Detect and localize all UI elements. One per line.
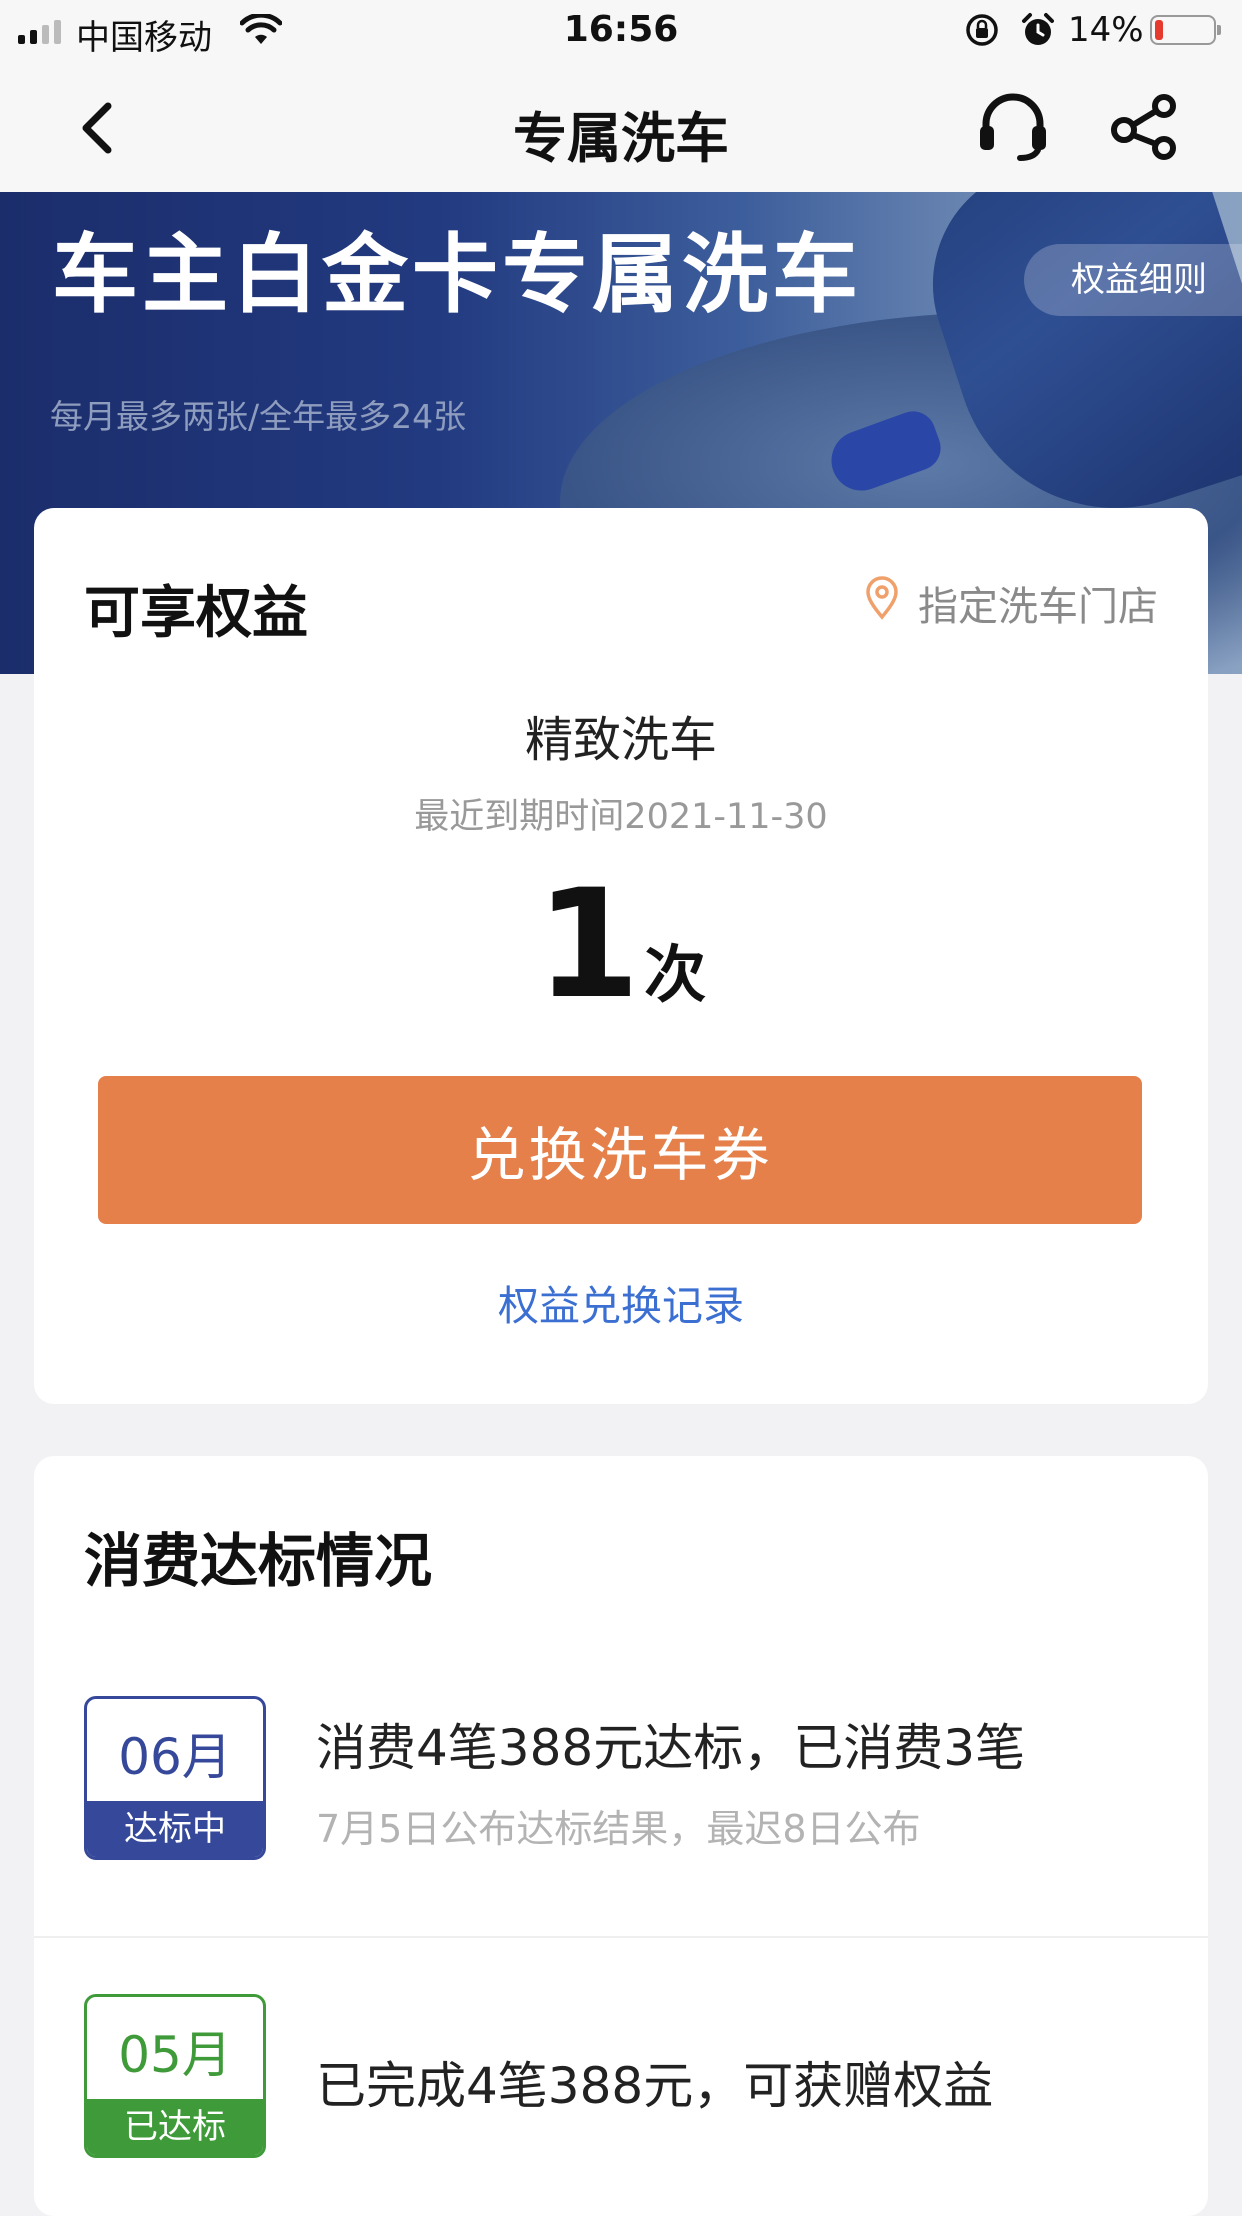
month-badge: 05月 已达标 xyxy=(84,1994,266,2158)
status-badge: 已达标 xyxy=(87,2099,263,2155)
alarm-icon xyxy=(1020,12,1056,57)
expiry-date: 最近到期时间2021-11-30 xyxy=(414,797,828,837)
battery-percentage: 14% xyxy=(1068,10,1144,50)
spend-title: 消费达标情况 xyxy=(84,1527,433,1595)
spend-summary: 消费4笔388元达标，已消费3笔 xyxy=(316,1719,1026,1777)
share-icon[interactable] xyxy=(1110,94,1180,160)
banner-subline: 每月最多两张/全年最多24张 xyxy=(50,397,467,436)
spend-status-card: 消费达标情况 06月 达标中 消费4笔388元达标，已消费3笔 7月5日公布达标… xyxy=(34,1456,1208,2216)
redeem-voucher-button[interactable]: 兑换洗车券 xyxy=(98,1076,1142,1224)
location-pin-icon xyxy=(864,576,900,630)
page-title: 专属洗车 xyxy=(513,107,729,170)
designated-store-link[interactable]: 指定洗车门店 xyxy=(864,574,1158,632)
store-label: 指定洗车门店 xyxy=(918,584,1158,630)
status-badge: 达标中 xyxy=(87,1801,263,1857)
list-item: 05月 已达标 已完成4笔388元，可获赠权益 xyxy=(34,1994,1208,2194)
banner-headline: 车主白金卡专属洗车 xyxy=(52,225,862,325)
spend-summary: 已完成4笔388元，可获赠权益 xyxy=(316,2057,994,2115)
redemption-record-link[interactable]: 权益兑换记录 xyxy=(34,1272,1208,1332)
headset-icon[interactable] xyxy=(976,92,1050,162)
benefit-card: 可享权益 指定洗车门店 精致洗车 最近到期时间2021-11-30 1次 兑换洗… xyxy=(34,508,1208,1404)
benefit-item-name: 精致洗车 xyxy=(524,712,717,768)
count-value: 1 xyxy=(535,858,641,1032)
rotation-lock-icon xyxy=(964,12,1000,57)
nav-bar: 专属洗车 xyxy=(0,62,1242,192)
benefit-title: 可享权益 xyxy=(84,581,308,646)
month-label: 06月 xyxy=(118,1728,232,1786)
rules-button[interactable]: 权益细则 xyxy=(1024,244,1242,316)
battery-icon xyxy=(1150,15,1221,45)
spend-note: 7月5日公布达标结果，最迟8日公布 xyxy=(316,1807,921,1851)
remaining-count: 1次 xyxy=(34,870,1208,1020)
status-bar: 中国移动 16:56 14% xyxy=(0,0,1242,62)
month-badge: 06月 达标中 xyxy=(84,1696,266,1860)
list-item: 06月 达标中 消费4笔388元达标，已消费3笔 7月5日公布达标结果，最迟8日… xyxy=(34,1696,1208,1938)
count-unit: 次 xyxy=(644,938,707,1011)
month-label: 05月 xyxy=(118,2026,232,2084)
